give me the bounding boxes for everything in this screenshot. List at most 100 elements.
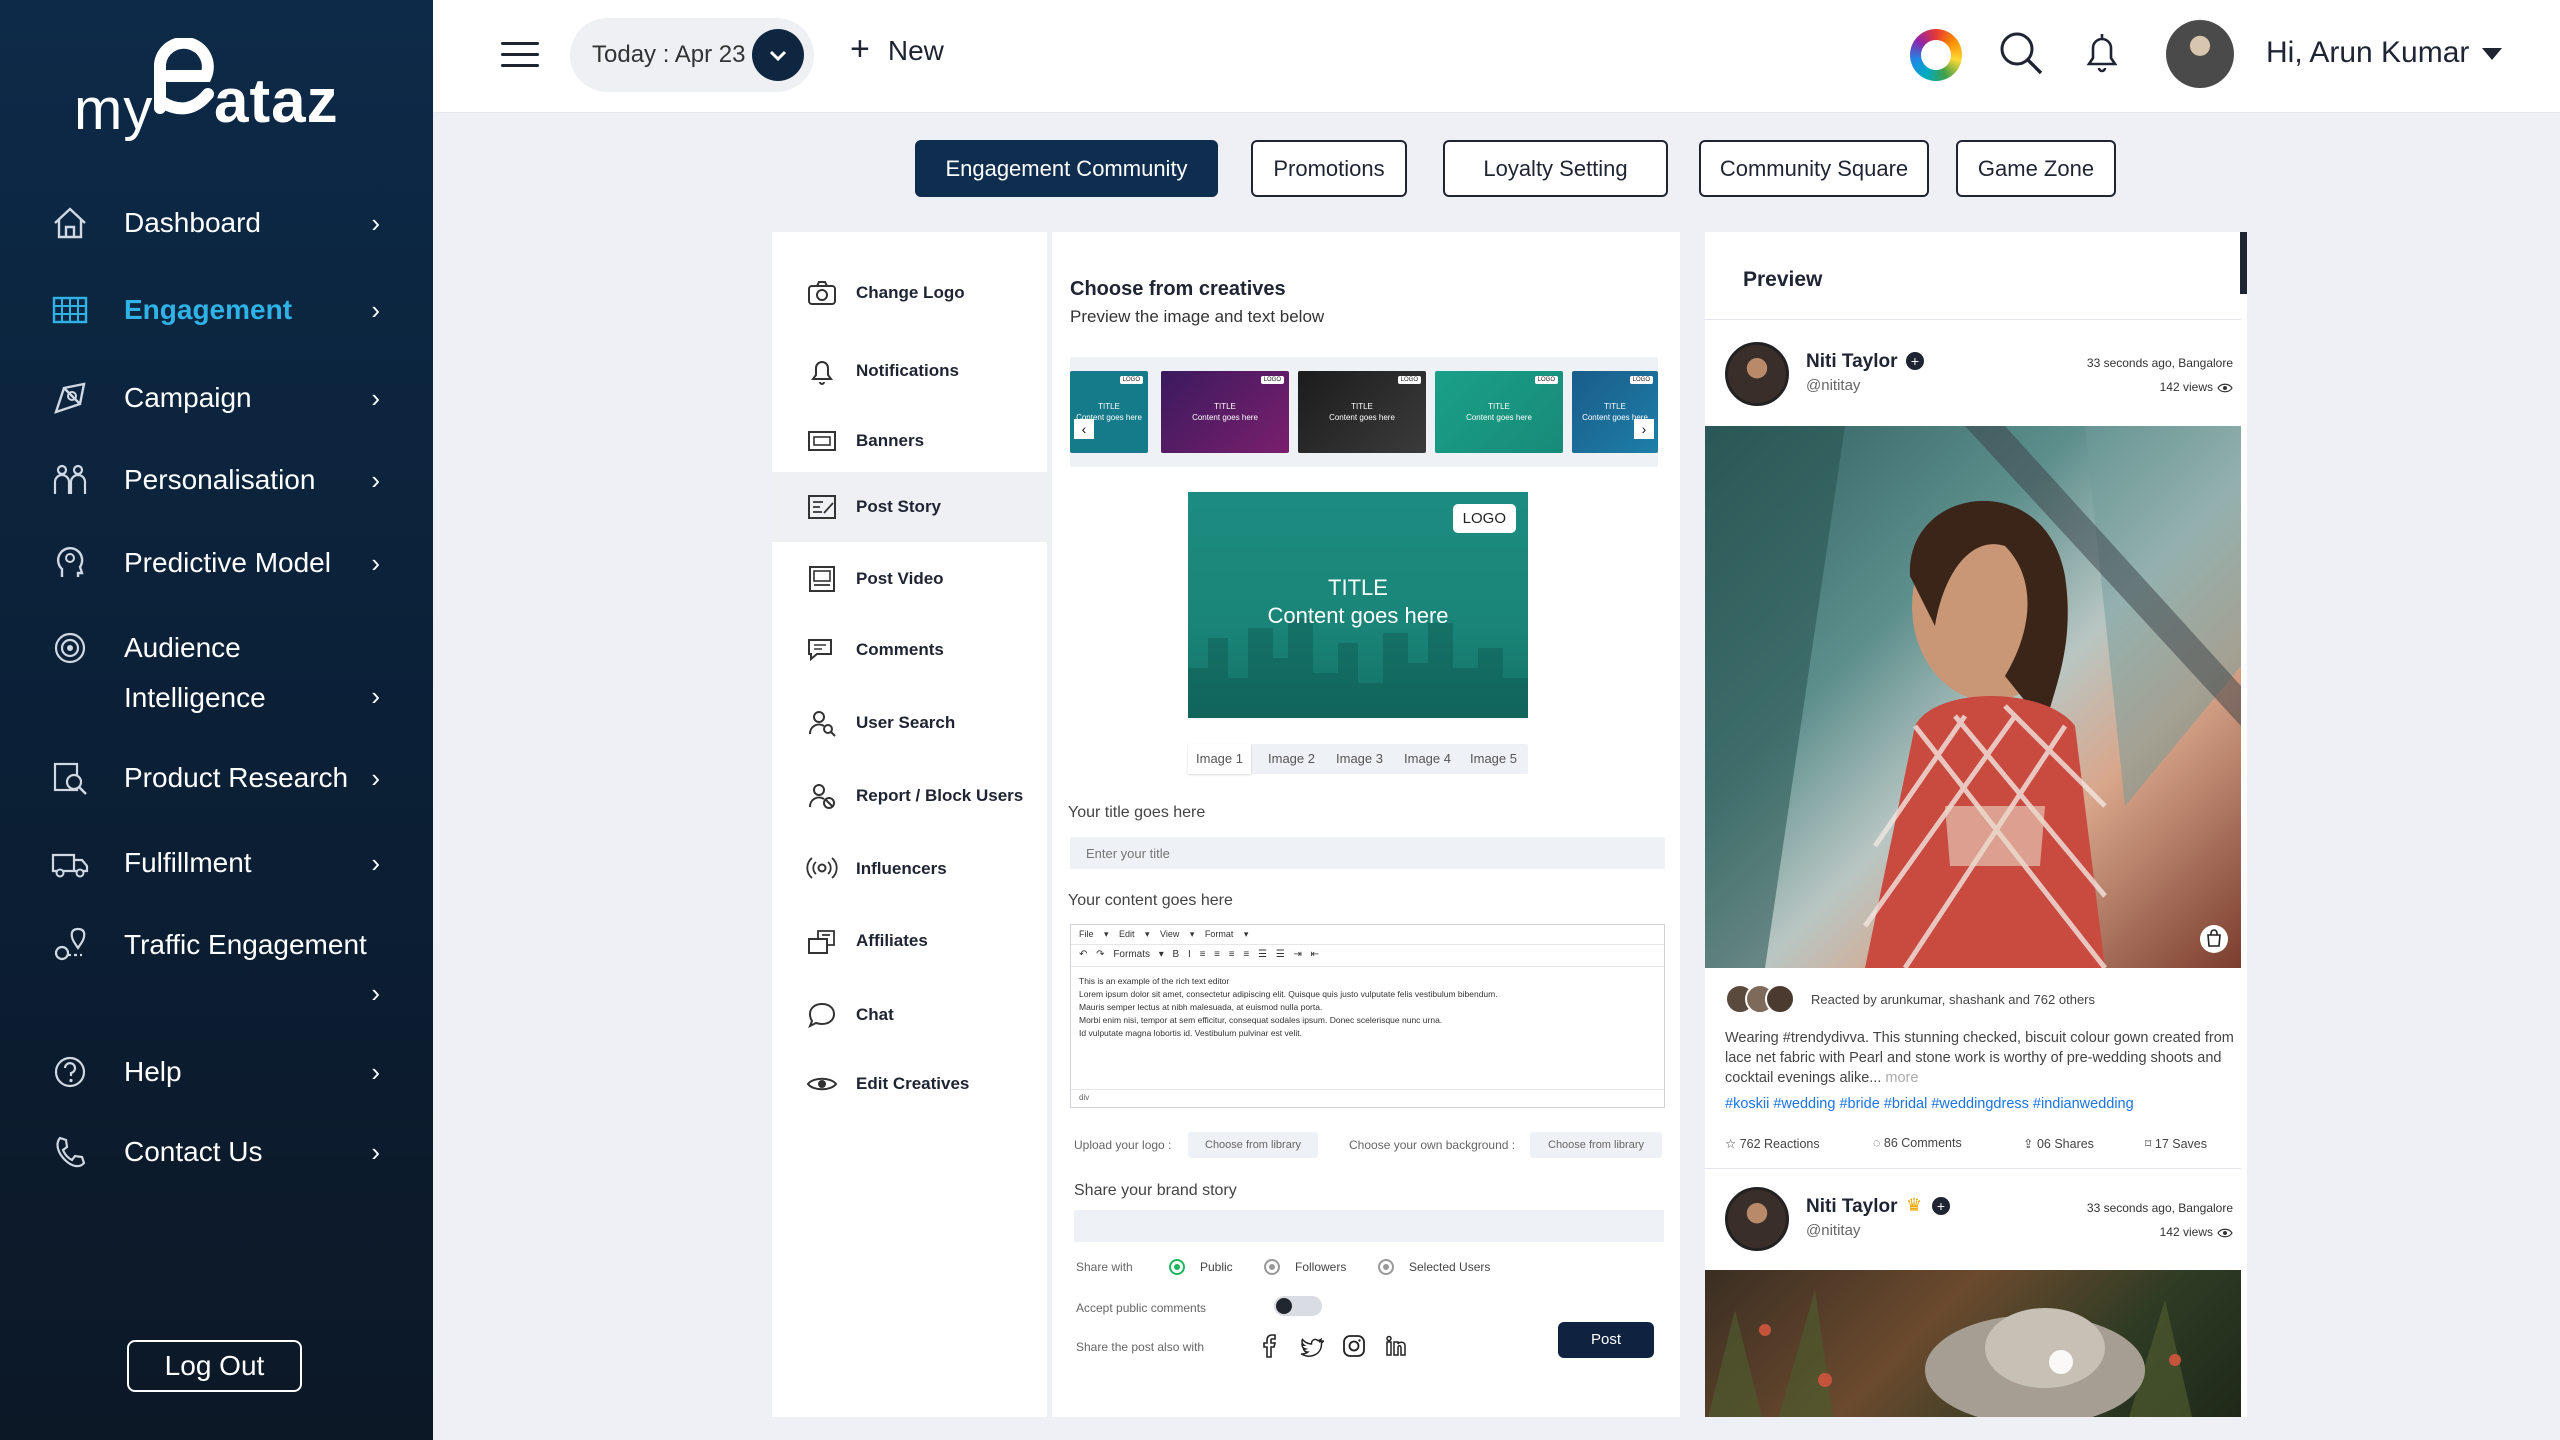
radio-selected-users[interactable] — [1378, 1259, 1394, 1275]
tab-engagement-community[interactable]: Engagement Community — [915, 140, 1218, 197]
post-author-name[interactable]: Niti Taylor — [1806, 1196, 1898, 1218]
campaign-icon — [50, 378, 90, 418]
creative-thumbnail[interactable]: LOGO TITLE Content goes here — [1070, 371, 1148, 453]
choose-logo-library-button[interactable]: Choose from library — [1188, 1132, 1318, 1158]
menu-influencers[interactable]: Influencers — [772, 834, 1047, 904]
post-photo[interactable] — [1705, 1270, 2241, 1417]
sidebar-item-label: Personalisation — [124, 464, 316, 495]
menu-comments[interactable]: Comments — [772, 615, 1047, 685]
shares-stat[interactable]: ⇪ 06 Shares — [2023, 1136, 2094, 1151]
menu-chat[interactable]: Chat — [772, 980, 1047, 1050]
shopping-bag-icon[interactable] — [2199, 924, 2229, 954]
menu-report-block-users[interactable]: Report / Block Users — [772, 761, 1047, 831]
title-field-label: Your title goes here — [1068, 804, 1206, 821]
brain-gear-icon — [50, 543, 90, 583]
logo-text-my: my — [74, 77, 154, 142]
post-views: 142 views — [2159, 1225, 2213, 1239]
facebook-icon[interactable] — [1258, 1334, 1282, 1358]
tab-loyalty-setting[interactable]: Loyalty Setting — [1443, 140, 1668, 197]
menu-banners[interactable]: Banners — [772, 406, 1047, 476]
menu-affiliates[interactable]: Affiliates — [772, 906, 1047, 976]
editor-menubar[interactable]: File ▾ Edit ▾ View ▾ Format ▾ — [1071, 925, 1664, 945]
post-hashtags[interactable]: #koskii #wedding #bride #bridal #wedding… — [1725, 1096, 2134, 1112]
block-user-icon — [809, 784, 835, 809]
menu-hamburger-icon[interactable] — [501, 42, 539, 68]
more-link[interactable]: more — [1885, 1070, 1918, 1086]
chevron-right-icon: › — [371, 295, 380, 325]
creative-thumbnail[interactable]: LOGO TITLE Content goes here — [1435, 371, 1563, 453]
choose-background-library-button[interactable]: Choose from library — [1530, 1132, 1662, 1158]
sidebar-item-contact-us[interactable]: Contact Us › — [50, 1132, 390, 1177]
image-tab-4[interactable]: Image 4 — [1404, 744, 1451, 774]
sidebar-item-audience-intelligence[interactable]: Audience Intelligence › — [50, 628, 390, 723]
menu-post-video[interactable]: Post Video — [772, 544, 1047, 614]
chevron-right-icon: › — [371, 848, 380, 878]
color-wheel-icon[interactable] — [1910, 29, 1962, 81]
linkedin-icon[interactable] — [1384, 1334, 1408, 1358]
logout-button[interactable]: Log Out — [127, 1340, 302, 1392]
post-photo[interactable] — [1705, 426, 2241, 968]
editor-toolbar[interactable]: ↶ ↷ Formats ▾ B I ≡ ≡ ≡ ≡ ☰ ☰ ⇥ ⇤ — [1071, 945, 1664, 967]
menu-change-logo[interactable]: Change Logo — [772, 258, 1047, 328]
rich-text-editor[interactable]: File ▾ Edit ▾ View ▾ Format ▾ ↶ ↷ Format… — [1070, 924, 1665, 1108]
new-button[interactable]: + New — [850, 30, 944, 69]
title-input[interactable] — [1070, 837, 1665, 869]
menu-post-story[interactable]: Post Story — [772, 472, 1047, 542]
creative-thumbnail[interactable]: LOGO TITLE Content goes here — [1298, 371, 1426, 453]
radio-followers[interactable] — [1264, 1259, 1280, 1275]
avatar[interactable] — [1725, 1187, 1789, 1251]
brand-story-label: Share your brand story — [1074, 1182, 1237, 1199]
radio-public[interactable] — [1169, 1259, 1185, 1275]
tab-community-square[interactable]: Community Square — [1699, 140, 1929, 197]
menu-edit-creatives[interactable]: Edit Creatives — [772, 1049, 1047, 1119]
camera-icon — [808, 281, 836, 305]
post-author-name[interactable]: Niti Taylor — [1806, 351, 1898, 373]
sidebar-item-predictive-model[interactable]: Predictive Model › — [50, 543, 390, 588]
avatar[interactable] — [1725, 342, 1789, 406]
brand-story-input[interactable] — [1074, 1210, 1664, 1242]
share-with-label: Share with — [1076, 1260, 1133, 1274]
comments-stat[interactable]: ◌ 86 Comments — [1873, 1136, 1962, 1150]
image-tab-1[interactable]: Image 1 — [1188, 744, 1251, 774]
user-avatar[interactable] — [2166, 20, 2234, 88]
phone-icon — [50, 1132, 90, 1172]
sidebar-item-help[interactable]: Help › — [50, 1052, 390, 1097]
tab-game-zone[interactable]: Game Zone — [1956, 140, 2116, 197]
tab-promotions[interactable]: Promotions — [1251, 140, 1407, 197]
carousel-next-icon[interactable]: › — [1634, 419, 1654, 439]
editor-content[interactable]: This is an example of the rich text edit… — [1071, 967, 1664, 1048]
twitter-icon[interactable] — [1300, 1336, 1324, 1360]
sidebar-item-traffic-engagement[interactable]: Traffic Engagement › — [50, 925, 390, 1008]
user-greeting[interactable]: Hi, Arun Kumar — [2266, 36, 2469, 70]
menu-notifications[interactable]: Notifications — [772, 336, 1047, 406]
reacted-by-text[interactable]: Reacted by arunkumar, shashank and 762 o… — [1811, 992, 2095, 1007]
accept-comments-toggle[interactable] — [1274, 1296, 1322, 1316]
image-tab-2[interactable]: Image 2 — [1268, 744, 1315, 774]
crown-icon: ♛ — [1906, 1195, 1923, 1215]
search-icon[interactable] — [1996, 28, 2046, 78]
sidebar-item-dashboard[interactable]: Dashboard › — [50, 203, 390, 248]
add-follow-icon[interactable]: + — [1932, 1197, 1950, 1215]
reactions-stat[interactable]: ☆ 762 Reactions — [1725, 1136, 1820, 1151]
instagram-icon[interactable] — [1342, 1334, 1366, 1358]
sidebar-item-product-research[interactable]: Product Research › — [50, 758, 390, 803]
preview-scrollbar[interactable] — [2240, 232, 2247, 294]
post-button[interactable]: Post — [1558, 1322, 1654, 1358]
date-selector[interactable]: Today : Apr 23 — [570, 18, 814, 92]
chevron-down-icon[interactable] — [752, 29, 804, 81]
menu-user-search[interactable]: User Search — [772, 688, 1047, 758]
bell-icon[interactable] — [2077, 28, 2127, 78]
preview-title: Preview — [1743, 268, 1823, 291]
add-follow-icon[interactable]: + — [1906, 352, 1924, 370]
sidebar-item-engagement[interactable]: Engagement › — [50, 290, 390, 335]
creative-thumbnail[interactable]: LOGO TITLE Content goes here — [1161, 371, 1289, 453]
caret-down-icon[interactable] — [2482, 48, 2502, 60]
sidebar-item-personalisation[interactable]: Personalisation › — [50, 460, 390, 505]
creative-thumbnail[interactable]: LOGO TITLE Content goes here — [1572, 371, 1658, 453]
image-tab-3[interactable]: Image 3 — [1336, 744, 1383, 774]
sidebar-item-campaign[interactable]: Campaign › — [50, 378, 390, 423]
image-tab-5[interactable]: Image 5 — [1470, 744, 1517, 774]
carousel-prev-icon[interactable]: ‹ — [1074, 419, 1094, 439]
sidebar-item-fulfillment[interactable]: Fulfillment › — [50, 843, 390, 888]
saves-stat[interactable]: ⌑ 17 Saves — [2145, 1136, 2207, 1151]
